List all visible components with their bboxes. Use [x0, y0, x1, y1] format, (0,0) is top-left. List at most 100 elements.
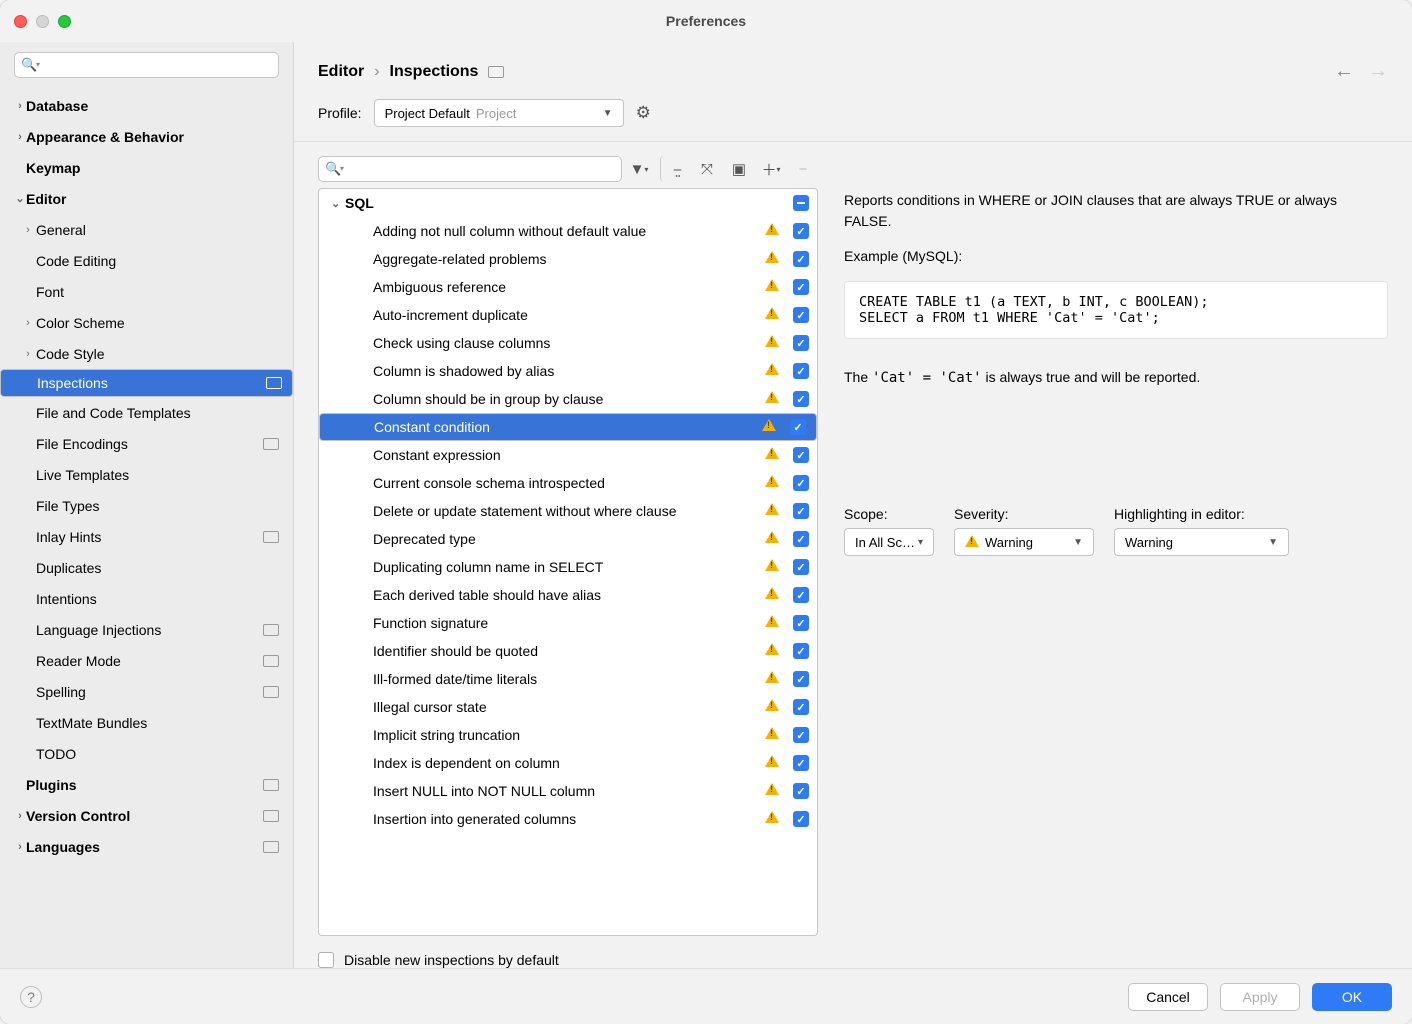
- description-text: Reports conditions in WHERE or JOIN clau…: [844, 190, 1388, 232]
- sidebar-item[interactable]: File and Code Templates: [0, 397, 293, 428]
- inspection-item[interactable]: Auto-increment duplicate: [319, 301, 817, 329]
- collapse-all-icon[interactable]: ⤧: [692, 156, 722, 182]
- inspection-checkbox[interactable]: [793, 279, 809, 295]
- sidebar-item[interactable]: File Encodings: [0, 428, 293, 459]
- inspection-item[interactable]: Ill-formed date/time literals: [319, 665, 817, 693]
- inspection-checkbox[interactable]: [793, 391, 809, 407]
- inspection-checkbox[interactable]: [793, 643, 809, 659]
- sidebar-item[interactable]: Reader Mode: [0, 645, 293, 676]
- sidebar-item[interactable]: Inspections: [0, 369, 293, 397]
- sidebar-item[interactable]: TODO: [0, 738, 293, 769]
- remove-icon[interactable]: −: [788, 156, 818, 182]
- inspection-checkbox[interactable]: [793, 363, 809, 379]
- filter-icon[interactable]: ▼▾: [624, 156, 654, 182]
- inspection-checkbox[interactable]: [793, 727, 809, 743]
- inspection-item[interactable]: Column should be in group by clause: [319, 385, 817, 413]
- inspection-checkbox[interactable]: [793, 783, 809, 799]
- sidebar-item[interactable]: Spelling: [0, 676, 293, 707]
- inspection-checkbox[interactable]: [793, 475, 809, 491]
- group-checkbox[interactable]: [793, 195, 809, 211]
- inspection-item[interactable]: Constant expression: [319, 441, 817, 469]
- add-icon[interactable]: ＋▾: [756, 156, 786, 182]
- inspection-checkbox[interactable]: [793, 615, 809, 631]
- inspection-item[interactable]: Deprecated type: [319, 525, 817, 553]
- inspection-item[interactable]: Constant condition: [319, 413, 817, 441]
- inspections-list[interactable]: ⌄SQLAdding not null column without defau…: [318, 188, 818, 936]
- inspection-checkbox[interactable]: [793, 447, 809, 463]
- inspection-checkbox[interactable]: [793, 755, 809, 771]
- profile-select[interactable]: Project Default Project ▼: [374, 99, 624, 127]
- sidebar-item[interactable]: Plugins: [0, 769, 293, 800]
- sidebar-search-input[interactable]: [14, 52, 279, 78]
- warning-icon: [765, 446, 783, 464]
- inspection-checkbox[interactable]: [793, 559, 809, 575]
- inspection-item[interactable]: Each derived table should have alias: [319, 581, 817, 609]
- inspection-checkbox[interactable]: [793, 503, 809, 519]
- inspection-item[interactable]: Aggregate-related problems: [319, 245, 817, 273]
- settings-tree[interactable]: ›Database›Appearance & BehaviorKeymap⌄Ed…: [0, 88, 293, 968]
- inspection-item[interactable]: Insert NULL into NOT NULL column: [319, 777, 817, 805]
- inspection-checkbox[interactable]: [793, 335, 809, 351]
- sidebar-item-label: File and Code Templates: [36, 405, 279, 421]
- inspection-group[interactable]: ⌄SQL: [319, 189, 817, 217]
- inspection-item[interactable]: Duplicating column name in SELECT: [319, 553, 817, 581]
- nav-back-button[interactable]: ←: [1334, 60, 1354, 83]
- inspection-checkbox[interactable]: [790, 419, 806, 435]
- inspection-item[interactable]: Current console schema introspected: [319, 469, 817, 497]
- sidebar-item-label: Font: [36, 284, 279, 300]
- sidebar-item[interactable]: ›General: [0, 214, 293, 245]
- inspection-item[interactable]: Illegal cursor state: [319, 693, 817, 721]
- breadcrumb-parent[interactable]: Editor: [318, 63, 364, 81]
- sidebar-item[interactable]: Live Templates: [0, 459, 293, 490]
- inspection-name: Insert NULL into NOT NULL column: [373, 783, 761, 799]
- sidebar-item[interactable]: Language Injections: [0, 614, 293, 645]
- sidebar-item[interactable]: ⌄Editor: [0, 183, 293, 214]
- help-button[interactable]: ?: [20, 986, 42, 1008]
- scope-select[interactable]: In All Sc… ▾: [844, 528, 934, 556]
- sidebar-item[interactable]: ›Color Scheme: [0, 307, 293, 338]
- inspection-item[interactable]: Function signature: [319, 609, 817, 637]
- reset-icon[interactable]: ▣: [724, 156, 754, 182]
- inspection-item[interactable]: Adding not null column without default v…: [319, 217, 817, 245]
- inspection-item[interactable]: Check using clause columns: [319, 329, 817, 357]
- apply-button[interactable]: Apply: [1220, 983, 1300, 1011]
- inspection-item[interactable]: Insertion into generated columns: [319, 805, 817, 833]
- highlight-select[interactable]: Warning ▼: [1114, 528, 1289, 556]
- inspection-checkbox[interactable]: [793, 811, 809, 827]
- inspection-checkbox[interactable]: [793, 307, 809, 323]
- inspection-item[interactable]: Implicit string truncation: [319, 721, 817, 749]
- inspection-name: Ambiguous reference: [373, 279, 761, 295]
- severity-select[interactable]: Warning ▼: [954, 528, 1094, 556]
- sidebar-item[interactable]: ›Version Control: [0, 800, 293, 831]
- sidebar-item[interactable]: ›Languages: [0, 831, 293, 862]
- sidebar-item[interactable]: File Types: [0, 490, 293, 521]
- expand-all-icon[interactable]: ⎯̤: [660, 156, 690, 182]
- inspection-item[interactable]: Delete or update statement without where…: [319, 497, 817, 525]
- sidebar-item[interactable]: Inlay Hints: [0, 521, 293, 552]
- inspection-item[interactable]: Ambiguous reference: [319, 273, 817, 301]
- inspections-search-input[interactable]: [318, 156, 622, 182]
- sidebar-item[interactable]: Keymap: [0, 152, 293, 183]
- inspection-item[interactable]: Index is dependent on column: [319, 749, 817, 777]
- sidebar-item[interactable]: ›Database: [0, 90, 293, 121]
- sidebar-item[interactable]: Intentions: [0, 583, 293, 614]
- sidebar-item[interactable]: Font: [0, 276, 293, 307]
- sidebar-item-label: General: [36, 222, 279, 238]
- sidebar-item[interactable]: ›Appearance & Behavior: [0, 121, 293, 152]
- gear-icon[interactable]: ⚙: [636, 103, 651, 123]
- inspection-item[interactable]: Identifier should be quoted: [319, 637, 817, 665]
- inspection-item[interactable]: Column is shadowed by alias: [319, 357, 817, 385]
- sidebar-item[interactable]: Duplicates: [0, 552, 293, 583]
- inspection-checkbox[interactable]: [793, 251, 809, 267]
- sidebar-item[interactable]: ›Code Style: [0, 338, 293, 369]
- inspection-checkbox[interactable]: [793, 671, 809, 687]
- cancel-button[interactable]: Cancel: [1128, 983, 1208, 1011]
- sidebar-item[interactable]: Code Editing: [0, 245, 293, 276]
- inspection-checkbox[interactable]: [793, 587, 809, 603]
- inspection-checkbox[interactable]: [793, 699, 809, 715]
- disable-new-checkbox[interactable]: [318, 952, 334, 968]
- sidebar-item[interactable]: TextMate Bundles: [0, 707, 293, 738]
- inspection-checkbox[interactable]: [793, 531, 809, 547]
- inspection-checkbox[interactable]: [793, 223, 809, 239]
- ok-button[interactable]: OK: [1312, 983, 1392, 1011]
